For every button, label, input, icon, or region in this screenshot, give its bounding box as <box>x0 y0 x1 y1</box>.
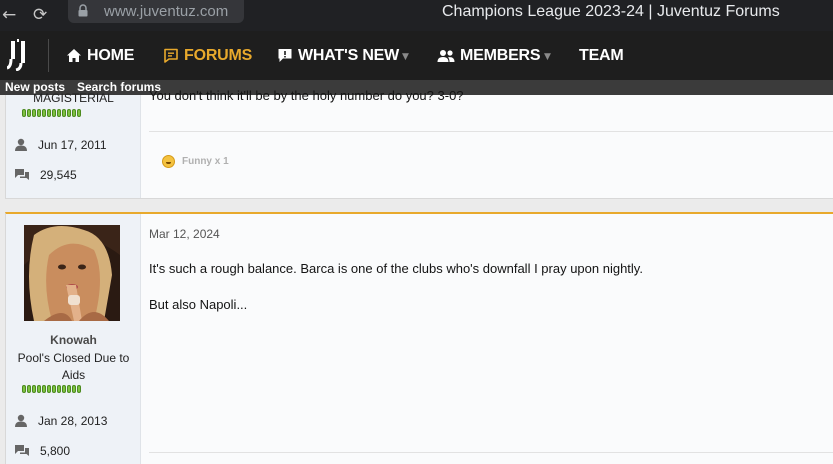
forum-post: MAGISTERIAL Jun 17, 2011 29,545 You don'… <box>5 88 833 199</box>
username[interactable]: Knowah <box>6 333 141 347</box>
messages-icon <box>15 169 29 180</box>
post-divider <box>149 131 833 132</box>
post-user-info: Knowah Pool's Closed Due to Aids Jan 28,… <box>6 214 141 464</box>
whats-new-icon <box>278 49 292 62</box>
nav-forums[interactable]: FORUMS <box>163 31 252 80</box>
nav-members[interactable]: MEMBERS <box>437 31 541 80</box>
nav-whats-new[interactable]: WHAT'S NEW <box>277 31 399 80</box>
post-message: Mar 12, 2024 It's such a rough balance. … <box>141 214 833 464</box>
forum-post: Knowah Pool's Closed Due to Aids Jan 28,… <box>5 212 833 464</box>
message-count: 29,545 <box>40 168 77 182</box>
avatar[interactable] <box>24 225 120 321</box>
home-icon <box>67 49 81 62</box>
user-icon <box>15 414 27 427</box>
url-text: www.juventuz.com <box>104 3 229 20</box>
back-arrow-icon[interactable]: ← <box>2 5 16 25</box>
user-title: MAGISTERIAL <box>33 91 114 105</box>
user-title: Pool's Closed Due to Aids <box>17 351 130 382</box>
nav-whats-new-label: WHAT'S NEW <box>298 46 400 64</box>
post-date[interactable]: Mar 12, 2024 <box>149 227 220 241</box>
reputation-bar <box>22 385 81 393</box>
reaction-summary[interactable]: Funny x 1 <box>162 155 229 168</box>
join-date: Jun 17, 2011 <box>38 138 107 152</box>
site-navigation: HOME FORUMS WHAT'S NEW ▼ MEMBERS ▼ TEAM <box>0 31 833 80</box>
whats-new-dropdown-icon[interactable]: ▼ <box>402 52 409 62</box>
members-icon <box>437 49 455 62</box>
members-dropdown-icon[interactable]: ▼ <box>544 52 551 62</box>
user-icon <box>15 138 27 151</box>
join-date: Jan 28, 2013 <box>38 414 108 428</box>
post-body-text: You don't think it'll be by the holy num… <box>149 88 464 103</box>
browser-chrome: ← ⟳ www.juventuz.com Champions League 20… <box>0 0 833 31</box>
post-message: You don't think it'll be by the holy num… <box>141 88 833 198</box>
message-count-row: 29,545 <box>14 168 77 182</box>
logo-divider <box>48 39 49 72</box>
nav-team-label: TEAM <box>579 46 624 64</box>
lock-icon <box>78 4 88 17</box>
forum-icon <box>164 48 178 63</box>
message-count: 5,800 <box>40 444 71 458</box>
reaction-text: Funny x 1 <box>182 156 229 167</box>
post-body-line: But also Napoli... <box>149 297 248 312</box>
nav-home[interactable]: HOME <box>66 31 134 80</box>
reload-icon[interactable]: ⟳ <box>33 5 47 25</box>
message-count-row: 5,800 <box>14 444 70 458</box>
window-title: Champions League 2023-24 | Juventuz Foru… <box>442 3 780 20</box>
reputation-bar <box>22 109 81 117</box>
juventus-logo-icon[interactable] <box>7 39 33 71</box>
post-user-info: MAGISTERIAL Jun 17, 2011 29,545 <box>6 91 141 198</box>
nav-home-label: HOME <box>87 46 135 64</box>
join-date-row: Jun 17, 2011 <box>14 138 107 152</box>
funny-reaction-icon <box>162 155 175 168</box>
nav-team[interactable]: TEAM <box>579 31 624 80</box>
nav-forums-label: FORUMS <box>184 46 253 64</box>
post-divider <box>149 452 833 453</box>
address-bar[interactable]: www.juventuz.com <box>68 0 244 23</box>
messages-icon <box>15 445 29 456</box>
post-body-line: It's such a rough balance. Barca is one … <box>149 261 643 276</box>
nav-members-label: MEMBERS <box>460 46 541 64</box>
join-date-row: Jan 28, 2013 <box>14 414 107 428</box>
